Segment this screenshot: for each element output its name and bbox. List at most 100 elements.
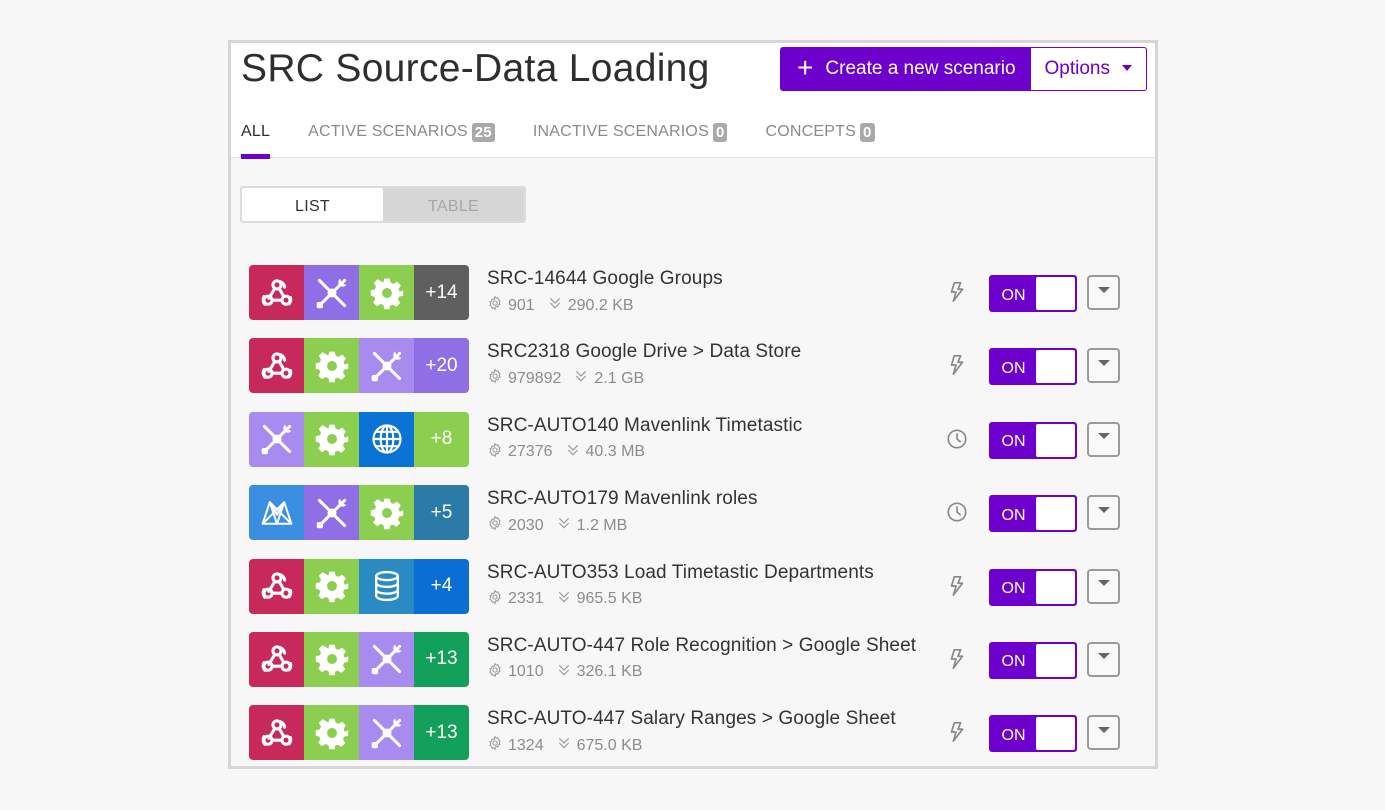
app-tile-tools <box>304 485 359 541</box>
scenario-menu-button[interactable] <box>1087 348 1120 384</box>
data-size: 675.0 KB <box>576 736 643 754</box>
data-transfer-icon <box>556 662 577 683</box>
scenario-name[interactable]: SRC-AUTO179 Mavenlink roles <box>487 488 758 510</box>
webhook-icon <box>259 275 295 311</box>
scenario-toggle[interactable]: ON <box>989 495 1077 533</box>
scenario-toggle[interactable]: ON <box>989 421 1077 459</box>
scenario-toggle[interactable]: ON <box>989 348 1077 386</box>
options-button[interactable]: Options <box>1030 47 1147 91</box>
app-tile-mavenlink <box>249 485 304 541</box>
page-title: SRC Source-Data Loading <box>241 47 710 90</box>
tab-all[interactable]: ALL <box>241 117 271 159</box>
scenario-name[interactable]: SRC-AUTO-447 Role Recognition > Google S… <box>487 635 916 657</box>
toggle-label: ON <box>1001 433 1026 451</box>
datastore-icon <box>369 568 405 604</box>
app-tile-gear <box>304 558 359 614</box>
more-apps-count: +13 <box>414 631 469 687</box>
scenario-name[interactable]: SRC2318 Google Drive > Data Store <box>487 341 801 363</box>
data-size: 1.2 MB <box>576 516 628 534</box>
app-tile-gear <box>304 631 359 687</box>
scenario-toggle[interactable]: ON <box>989 641 1077 679</box>
gear-icon <box>314 715 350 751</box>
scenario-meta: 1010 326.1 KB <box>487 662 916 683</box>
list-view-button[interactable]: LIST <box>242 188 383 221</box>
app-icons[interactable]: +20 <box>249 338 469 394</box>
toggle-knob <box>1036 350 1075 384</box>
scenario-row[interactable]: +5 SRC-AUTO179 Mavenlink roles 2030 1.2 … <box>249 485 1129 558</box>
app-icons[interactable]: +8 <box>249 411 469 467</box>
scenario-name[interactable]: SRC-14644 Google Groups <box>487 268 723 290</box>
app-tile-gear <box>359 265 414 320</box>
scenario-menu-button[interactable] <box>1087 568 1120 604</box>
gear-icon <box>314 641 350 677</box>
operations-icon <box>487 442 508 463</box>
operations-count: 1324 <box>508 736 544 754</box>
scenario-row[interactable]: +20 SRC2318 Google Drive > Data Store 97… <box>249 338 1129 411</box>
operations-icon <box>487 735 508 756</box>
scenario-toggle[interactable]: ON <box>989 715 1077 753</box>
scenario-row[interactable]: +8 SRC-AUTO140 Mavenlink Timetastic 2737… <box>249 411 1129 485</box>
scenario-name[interactable]: SRC-AUTO-447 Salary Ranges > Google Shee… <box>487 708 896 730</box>
app-icons[interactable]: +4 <box>249 558 469 614</box>
lightning-icon <box>946 721 968 743</box>
scenario-row[interactable]: +14 SRC-14644 Google Groups 901 290.2 KB… <box>249 265 1129 338</box>
more-apps-count: +13 <box>414 705 469 761</box>
data-size: 2.1 GB <box>594 369 645 387</box>
scenario-row[interactable]: +13 SRC-AUTO-447 Salary Ranges > Google … <box>249 705 1129 766</box>
scenario-name[interactable]: SRC-AUTO140 Mavenlink Timetastic <box>487 415 802 437</box>
app-tile-webhook <box>249 558 304 614</box>
count-badge: 0 <box>859 123 875 142</box>
app-icons[interactable]: +13 <box>249 631 469 687</box>
data-transfer-icon <box>556 735 577 756</box>
tab-active-scenarios[interactable]: ACTIVE SCENARIOS 25 <box>308 117 495 158</box>
app-tile-tools <box>249 411 304 467</box>
scenario-toggle[interactable]: ON <box>989 568 1077 606</box>
scenario-menu-button[interactable] <box>1087 641 1120 677</box>
scenario-meta: 2331 965.5 KB <box>487 589 874 610</box>
scenario-info: SRC2318 Google Drive > Data Store 979892… <box>487 341 801 389</box>
app-icons[interactable]: +14 <box>249 265 469 320</box>
scenario-info: SRC-AUTO-447 Salary Ranges > Google Shee… <box>487 708 896 756</box>
webhook-icon <box>259 348 295 384</box>
toggle-knob <box>1036 423 1075 457</box>
more-apps-count: +5 <box>414 485 469 541</box>
scenario-row[interactable]: +4 SRC-AUTO353 Load Timetastic Departmen… <box>249 558 1129 632</box>
tab-label: INACTIVE SCENARIOS <box>532 123 709 140</box>
caret-down-icon <box>1097 433 1110 440</box>
scenario-menu-button[interactable] <box>1087 495 1120 531</box>
app-tile-tools <box>359 338 414 394</box>
gear-icon <box>369 495 405 531</box>
options-label: Options <box>1044 58 1110 79</box>
scenario-name[interactable]: SRC-AUTO353 Load Timetastic Departments <box>487 562 874 584</box>
more-apps-count: +8 <box>414 411 469 467</box>
toggle-label: ON <box>1001 653 1026 671</box>
gear-icon <box>314 348 350 384</box>
caret-down-icon <box>1097 506 1110 513</box>
tab-inactive-scenarios[interactable]: INACTIVE SCENARIOS 0 <box>533 117 728 158</box>
toggle-knob <box>1036 643 1075 677</box>
data-transfer-icon <box>556 589 577 610</box>
more-apps-count: +4 <box>414 558 469 614</box>
view-toggle: LIST TABLE <box>240 186 526 223</box>
scenario-menu-button[interactable] <box>1087 275 1120 310</box>
operations-icon <box>487 662 508 683</box>
app-tile-tools <box>304 265 359 320</box>
app-tile-datastore <box>359 558 414 614</box>
app-tile-gear <box>304 338 359 394</box>
create-scenario-button[interactable]: + Create a new scenario <box>780 47 1031 91</box>
app-icons[interactable]: +13 <box>249 705 469 761</box>
scenario-toggle[interactable]: ON <box>989 275 1077 312</box>
app-icons[interactable]: +5 <box>249 485 469 541</box>
scenario-menu-button[interactable] <box>1087 715 1120 751</box>
table-view-button[interactable]: TABLE <box>383 188 524 221</box>
header-actions: + Create a new scenario Options <box>780 47 1147 91</box>
scenario-menu-button[interactable] <box>1087 421 1120 457</box>
scenarios-panel: SRC Source-Data Loading + Create a new s… <box>228 40 1158 769</box>
scenario-row[interactable]: +13 SRC-AUTO-447 Role Recognition > Goog… <box>249 631 1129 705</box>
tools-icon <box>259 421 295 457</box>
operations-count: 979892 <box>508 369 562 387</box>
caret-down-icon <box>1122 65 1132 71</box>
scenario-meta: 27376 40.3 MB <box>487 442 802 463</box>
tab-concepts[interactable]: CONCEPTS 0 <box>765 117 875 158</box>
gear-icon <box>314 421 350 457</box>
